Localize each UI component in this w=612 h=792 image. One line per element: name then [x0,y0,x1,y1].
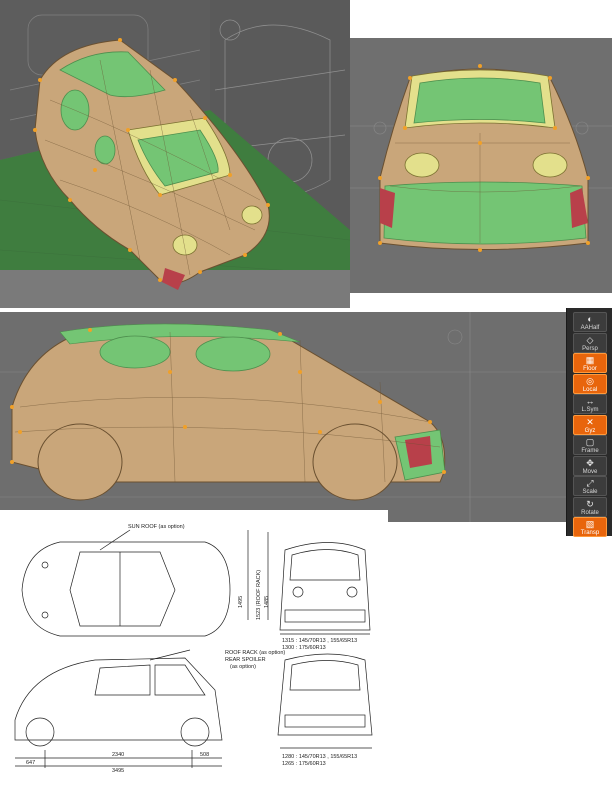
tool-lsym-button[interactable]: ↔ L.Sym [573,394,607,414]
front-overhang: 647 [26,760,36,766]
car-mesh-front[interactable] [379,68,589,250]
front-canvas[interactable] [350,38,612,293]
tool-label: L.Sym [581,407,599,413]
floor-icon: ▦ [585,355,595,365]
tool-move-button[interactable]: ✥ Move [573,455,607,476]
tool-aahalf-button[interactable]: ◐ AAHalf [573,312,607,332]
tool-label: Rotate [581,509,599,516]
rear-spoiler-note: (as option) [230,664,256,670]
tool-label: Transp [580,530,600,536]
half-icon: ◐ [587,314,593,324]
height-1495: 1495 [238,595,244,608]
tool-gyz-button[interactable]: ✕ Gyz [573,414,607,435]
scale-icon: ⤢ [586,478,594,488]
tool-frame-button[interactable]: ▢ Frame [573,435,607,455]
front-track-2: 1300 : 175/60R13 [282,645,326,651]
perspective-viewport[interactable] [0,0,350,308]
tool-persp-button[interactable]: ◇ Persp [573,332,607,353]
front-viewport[interactable] [350,38,612,293]
tool-label: AAHalf [580,325,600,331]
perspective-icon: ◇ [586,334,594,345]
tool-label: Local [582,386,598,393]
car-mesh-side[interactable] [11,323,446,501]
symmetry-icon: ↔ [585,396,595,406]
tool-label: Move [582,468,598,475]
front-track-1: 1315 : 145/70R13 , 155/65R13 [282,638,358,644]
roof-rack-label: ROOF RACK (as option) [225,650,286,656]
rotate-icon: ↻ [586,498,594,509]
rear-spoiler-label: REAR SPOILER [225,657,266,663]
rear-track-2: 1265 : 175/60R13 [282,761,326,767]
rear-overhang: 508 [200,752,210,758]
tool-scale-button[interactable]: ⤢ Scale [573,476,607,496]
rear-track-1: 1280 : 145/70R13 , 155/65R13 [282,754,358,760]
perspective-canvas[interactable] [0,0,350,308]
transparency-icon: ▧ [585,519,595,529]
sun-roof-label: SUN ROOF (as option) [128,524,185,530]
tool-label: Frame [581,448,599,454]
axis-icon: ✕ [586,416,594,427]
reference-drawing-lines [14,529,373,768]
local-icon: ◎ [586,375,594,386]
reference-drawing: SUN ROOF (as option) ROOF RACK (as optio… [0,510,388,792]
tool-local-button[interactable]: ◎ Local [573,373,607,394]
tool-label: Scale [582,489,598,495]
side-canvas[interactable] [0,312,566,522]
tool-shelf: ◐ AAHalf ◇ Persp ▦ Floor ◎ Local ↔ L.Sym ✕ Gyz ▢ Fram… [566,308,612,537]
tool-label: Floor [583,366,597,372]
wheelbase: 2340 [112,752,125,758]
frame-icon: ▢ [585,437,595,447]
tool-label: Persp [582,345,598,352]
tool-transp-button[interactable]: ▧ Transp [573,517,607,537]
height-1485: 1485 [264,595,270,608]
side-viewport[interactable] [0,312,566,522]
tool-floor-button[interactable]: ▦ Floor [573,353,607,373]
overall-length: 3495 [112,768,125,774]
tool-rotate-button[interactable]: ↻ Rotate [573,496,607,517]
move-icon: ✥ [586,457,594,468]
tool-label: Gyz [584,427,596,434]
height-1523-roof-rack: 1523 (ROOF RACK) [256,569,262,620]
